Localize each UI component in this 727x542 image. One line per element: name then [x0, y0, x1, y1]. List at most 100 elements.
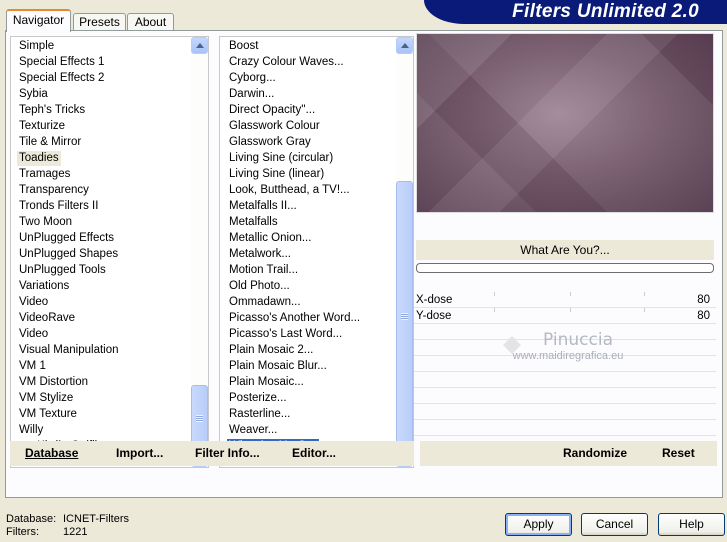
list-item[interactable]: Metalfalls II... — [220, 198, 396, 214]
category-scrollbar[interactable] — [191, 37, 208, 467]
list-item-label: Plain Mosaic... — [229, 376, 304, 388]
list-item-label: Rasterline... — [229, 408, 291, 420]
list-item[interactable]: Video — [11, 326, 191, 342]
param-x-dose[interactable]: X-dose 80 — [414, 292, 716, 308]
database-button[interactable]: Database — [25, 441, 78, 466]
list-item[interactable]: Picasso's Last Word... — [220, 326, 396, 342]
list-item[interactable]: Look, Butthead, a TV!... — [220, 182, 396, 198]
slider-tick — [570, 292, 571, 296]
list-item[interactable]: Visual Manipulation — [11, 342, 191, 358]
list-item[interactable]: Special Effects 1 — [11, 54, 191, 70]
filter-scrollbar[interactable] — [396, 37, 413, 467]
filter-info-button[interactable]: Filter Info... — [195, 441, 260, 466]
tab-about[interactable]: About — [127, 13, 174, 31]
list-item[interactable]: Tile & Mirror — [11, 134, 191, 150]
list-item[interactable]: Picasso's Another Word... — [220, 310, 396, 326]
list-item[interactable]: Metallic Onion... — [220, 230, 396, 246]
list-item[interactable]: Tronds Filters II — [11, 198, 191, 214]
list-item[interactable]: Cyborg... — [220, 70, 396, 86]
import-button[interactable]: Import... — [116, 441, 163, 466]
list-item[interactable]: Simple — [11, 38, 191, 54]
editor-button[interactable]: Editor... — [292, 441, 336, 466]
randomize-button[interactable]: Randomize — [563, 441, 627, 466]
list-item-label: Motion Trail... — [229, 264, 299, 276]
filter-scroll-thumb[interactable] — [396, 181, 413, 451]
list-item[interactable]: Glasswork Gray — [220, 134, 396, 150]
list-item[interactable]: VM Texture — [11, 406, 191, 422]
list-item[interactable]: Toadies — [11, 150, 191, 166]
list-item[interactable]: UnPlugged Shapes — [11, 246, 191, 262]
list-item[interactable]: Ommadawn... — [220, 294, 396, 310]
slider-tick — [644, 292, 645, 296]
list-item-label: VM Texture — [19, 408, 77, 420]
list-item-label: Direct Opacity''... — [229, 104, 316, 116]
status-filters-value: 1221 — [63, 526, 88, 538]
list-item-label: UnPlugged Tools — [19, 264, 106, 276]
list-item[interactable]: Teph's Tricks — [11, 102, 191, 118]
list-item-label: Metalfalls — [229, 216, 278, 228]
list-item[interactable]: Posterize... — [220, 390, 396, 406]
list-item[interactable]: Glasswork Colour — [220, 118, 396, 134]
list-item[interactable]: Metalwork... — [220, 246, 396, 262]
list-item-label: Two Moon — [19, 216, 73, 228]
list-item[interactable]: Plain Mosaic... — [220, 374, 396, 390]
list-item[interactable]: Living Sine (circular) — [220, 150, 396, 166]
help-button[interactable]: Help — [658, 513, 725, 536]
list-item[interactable]: Living Sine (linear) — [220, 166, 396, 182]
param-empty-row — [414, 324, 716, 340]
list-item-label: Old Photo... — [229, 280, 290, 292]
title-banner: Filters Unlimited 2.0 — [424, 0, 727, 24]
cancel-button[interactable]: Cancel — [581, 513, 648, 536]
list-item[interactable]: VideoRave — [11, 310, 191, 326]
list-item[interactable]: Old Photo... — [220, 278, 396, 294]
list-item[interactable]: Texturize — [11, 118, 191, 134]
list-item[interactable]: Darwin... — [220, 86, 396, 102]
list-item[interactable]: Sybia — [11, 86, 191, 102]
filter-scroll-up-button[interactable] — [396, 37, 413, 54]
list-item[interactable]: Willy — [11, 422, 191, 438]
list-item[interactable]: Rasterline... — [220, 406, 396, 422]
list-item[interactable]: Weaver... — [220, 422, 396, 438]
list-item-label: Weaver... — [229, 424, 278, 436]
list-item[interactable]: Metalfalls — [220, 214, 396, 230]
app-title: Filters Unlimited 2.0 — [512, 1, 699, 22]
list-item[interactable]: Crazy Colour Waves... — [220, 54, 396, 70]
list-item[interactable]: Special Effects 2 — [11, 70, 191, 86]
database-label: Database — [25, 446, 79, 460]
list-item[interactable]: Variations — [11, 278, 191, 294]
list-item-label: Metalwork... — [229, 248, 291, 260]
list-item-label: Glasswork Gray — [229, 136, 311, 148]
param-y-dose[interactable]: Y-dose 80 — [414, 308, 716, 324]
tab-presets[interactable]: Presets — [73, 13, 126, 31]
list-item[interactable]: Boost — [220, 38, 396, 54]
apply-button[interactable]: Apply — [505, 513, 572, 536]
list-item[interactable]: Plain Mosaic 2... — [220, 342, 396, 358]
list-item[interactable]: Motion Trail... — [220, 262, 396, 278]
list-item[interactable]: Direct Opacity''... — [220, 102, 396, 118]
list-item[interactable]: Tramages — [11, 166, 191, 182]
list-item[interactable]: Video — [11, 294, 191, 310]
list-item[interactable]: Transparency — [11, 182, 191, 198]
param-empty-row — [414, 340, 716, 356]
list-item[interactable]: UnPlugged Tools — [11, 262, 191, 278]
list-item-label: Living Sine (circular) — [229, 152, 334, 164]
preview-image — [416, 33, 714, 213]
slider-tick — [570, 308, 571, 312]
list-item-label: VideoRave — [19, 312, 76, 324]
list-item[interactable]: Two Moon — [11, 214, 191, 230]
list-item-label: Willy — [19, 424, 44, 436]
category-list[interactable]: Simple Special Effects 1 Special Effects 2… — [10, 36, 209, 468]
status-database-value: ICNET-Filters — [63, 513, 129, 525]
list-item[interactable]: VM Distortion — [11, 374, 191, 390]
category-scroll-up-button[interactable] — [191, 37, 208, 54]
list-item[interactable]: VM 1 — [11, 358, 191, 374]
chevron-up-icon — [196, 43, 204, 48]
list-item[interactable]: VM Stylize — [11, 390, 191, 406]
filter-list[interactable]: Boost Crazy Colour Waves... Cyborg... Darwi… — [219, 36, 414, 468]
list-item-label: Crazy Colour Waves... — [229, 56, 344, 68]
list-item[interactable]: Plain Mosaic Blur... — [220, 358, 396, 374]
y-dose-slider-indicator — [503, 345, 521, 354]
list-item[interactable]: UnPlugged Effects — [11, 230, 191, 246]
tab-navigator[interactable]: Navigator — [6, 9, 71, 32]
reset-button[interactable]: Reset — [662, 441, 695, 466]
